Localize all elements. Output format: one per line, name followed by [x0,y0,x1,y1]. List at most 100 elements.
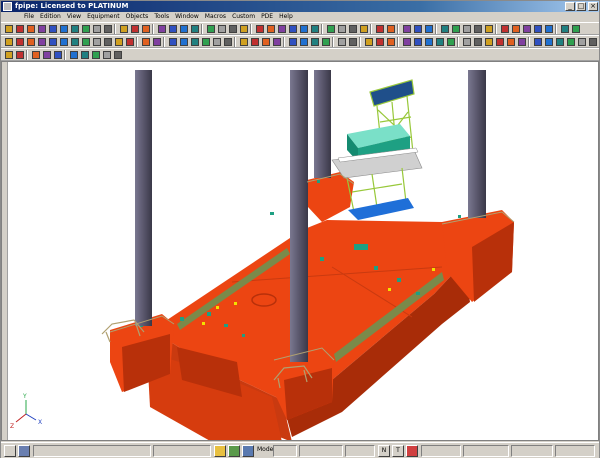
row1-tool-icon-39[interactable] [462,24,472,34]
row2-tool-icon-15[interactable] [168,37,178,47]
row2-tool-icon-38[interactable] [446,37,456,47]
menu-help[interactable]: Help [276,12,296,22]
menu-tools[interactable]: Tools [151,12,172,22]
row1-tool-icon-42[interactable] [500,24,510,34]
row3-tool-icon-3[interactable] [31,50,41,60]
row2-tool-icon-48[interactable] [566,37,576,47]
menu-edition[interactable]: Edition [37,12,64,22]
mode-icon[interactable] [242,445,254,457]
row1-tool-icon-40[interactable] [473,24,483,34]
row1-tool-icon-12[interactable] [130,24,140,34]
row1-tool-icon-33[interactable] [386,24,396,34]
row2-tool-icon-37[interactable] [435,37,445,47]
menu-file[interactable]: File [21,12,37,22]
row3-tool-icon-2[interactable] [15,50,25,60]
row2-tool-icon-2[interactable] [15,37,25,47]
row1-tool-icon-13[interactable] [141,24,151,34]
row2-tool-icon-49[interactable] [577,37,587,47]
row2-tool-icon-43[interactable] [506,37,516,47]
row3-tool-icon-7[interactable] [80,50,90,60]
row2-tool-icon-25[interactable] [288,37,298,47]
row2-tool-icon-12[interactable] [125,37,135,47]
row2-tool-icon-32[interactable] [375,37,385,47]
toggle-n-button[interactable]: N [378,445,390,457]
row1-tool-icon-29[interactable] [337,24,347,34]
row2-tool-icon-24[interactable] [272,37,282,47]
menu-view[interactable]: View [64,12,84,22]
snap-icon[interactable] [228,445,240,457]
row2-tool-icon-8[interactable] [81,37,91,47]
row1-tool-icon-25[interactable] [288,24,298,34]
row1-tool-icon-19[interactable] [217,24,227,34]
menu-pde[interactable]: PDE [258,12,276,22]
row1-tool-icon-44[interactable] [522,24,532,34]
row2-tool-icon-40[interactable] [473,37,483,47]
row2-tool-icon-23[interactable] [261,37,271,47]
row2-tool-icon-30[interactable] [348,37,358,47]
row1-tool-icon-37[interactable] [440,24,450,34]
row1-tool-icon-46[interactable] [544,24,554,34]
row2-tool-icon-36[interactable] [424,37,434,47]
row2-tool-icon-44[interactable] [517,37,527,47]
row2-tool-icon-41[interactable] [484,37,494,47]
close-button[interactable]: × [588,2,598,11]
row1-tool-icon-8[interactable] [81,24,91,34]
row2-tool-icon-29[interactable] [337,37,347,47]
row2-tool-icon-10[interactable] [103,37,113,47]
row1-tool-icon-24[interactable] [277,24,287,34]
menu-window[interactable]: Window [172,12,202,22]
row1-tool-icon-43[interactable] [511,24,521,34]
row1-tool-icon-1[interactable] [4,24,14,34]
row2-tool-icon-5[interactable] [48,37,58,47]
minimize-button[interactable]: _ [565,2,575,11]
row1-tool-icon-30[interactable] [348,24,358,34]
row1-tool-icon-38[interactable] [451,24,461,34]
status-icon-1[interactable] [4,445,16,457]
row2-tool-icon-47[interactable] [555,37,565,47]
row2-tool-icon-18[interactable] [201,37,211,47]
row1-tool-icon-23[interactable] [266,24,276,34]
row3-tool-icon-1[interactable] [4,50,14,60]
row1-tool-icon-27[interactable] [310,24,320,34]
row2-tool-icon-1[interactable] [4,37,14,47]
row1-tool-icon-48[interactable] [571,24,581,34]
row1-tool-icon-26[interactable] [299,24,309,34]
row1-tool-icon-5[interactable] [48,24,58,34]
row1-tool-icon-22[interactable] [255,24,265,34]
row1-tool-icon-9[interactable] [92,24,102,34]
app-icon[interactable] [3,2,12,11]
row2-tool-icon-31[interactable] [364,37,374,47]
row1-tool-icon-20[interactable] [228,24,238,34]
row2-tool-icon-46[interactable] [544,37,554,47]
row1-tool-icon-16[interactable] [179,24,189,34]
row2-tool-icon-9[interactable] [92,37,102,47]
menu-objects[interactable]: Objects [123,12,152,22]
row1-tool-icon-11[interactable] [119,24,129,34]
row1-tool-icon-3[interactable] [26,24,36,34]
row2-tool-icon-39[interactable] [462,37,472,47]
row1-tool-icon-34[interactable] [402,24,412,34]
row1-tool-icon-31[interactable] [359,24,369,34]
row3-tool-icon-5[interactable] [53,50,63,60]
row1-tool-icon-6[interactable] [59,24,69,34]
row3-tool-icon-8[interactable] [91,50,101,60]
menu-macros[interactable]: Macros [202,12,229,22]
row3-tool-icon-4[interactable] [42,50,52,60]
row2-tool-icon-26[interactable] [299,37,309,47]
row2-tool-icon-22[interactable] [250,37,260,47]
menu-equipment[interactable]: Equipment [84,12,123,22]
row2-tool-icon-27[interactable] [310,37,320,47]
toggle-t-button[interactable]: T [392,445,404,457]
row1-tool-icon-4[interactable] [37,24,47,34]
row2-tool-icon-34[interactable] [402,37,412,47]
row2-tool-icon-50[interactable] [588,37,598,47]
row1-tool-icon-10[interactable] [103,24,113,34]
row1-tool-icon-15[interactable] [168,24,178,34]
title-bar[interactable]: fpipe: Licensed to PLATINUM _ □ × [1,1,599,12]
row1-tool-icon-17[interactable] [190,24,200,34]
row1-tool-icon-21[interactable] [239,24,249,34]
row2-tool-icon-11[interactable] [114,37,124,47]
row2-tool-icon-33[interactable] [386,37,396,47]
row1-tool-icon-2[interactable] [15,24,25,34]
row2-tool-icon-21[interactable] [239,37,249,47]
